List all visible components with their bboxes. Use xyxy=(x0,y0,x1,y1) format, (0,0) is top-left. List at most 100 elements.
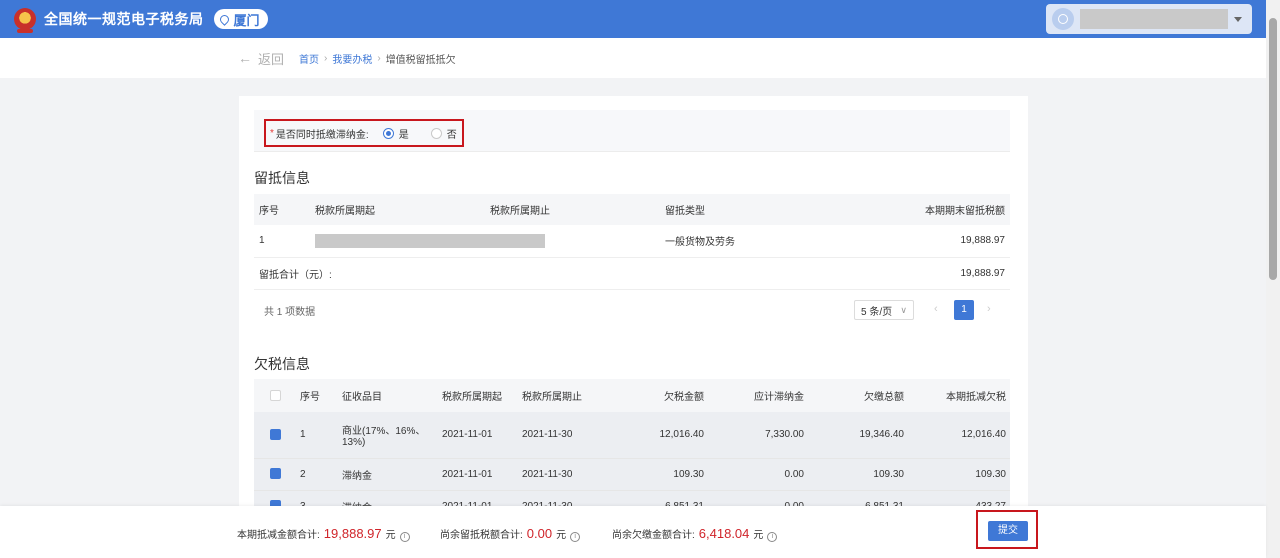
back-label: 返回 xyxy=(258,51,285,67)
col-total-owed: 欠缴总额 xyxy=(808,379,908,412)
owed-section-title: 欠税信息 xyxy=(254,356,310,372)
breadcrumb-tax-handling[interactable]: 我要办税 xyxy=(332,51,372,66)
radio-no[interactable]: 否 xyxy=(430,126,457,141)
table-total-row: 留抵合计（元）: 19,888.97 xyxy=(254,257,1010,290)
radio-no-dot[interactable] xyxy=(430,127,442,139)
chevron-down-icon: ∨ xyxy=(900,305,907,315)
cell-offset: 12,016.40 xyxy=(908,412,1010,459)
cell-item-line1: 商业(17%、16%、 xyxy=(342,425,426,437)
late-fee-option-highlight: * 是否同时抵缴滞纳金: 是 否 xyxy=(264,119,464,147)
total-label: 留抵合计（元）: xyxy=(254,257,810,290)
cell-item: 滞纳金 xyxy=(338,458,438,491)
col-offset: 本期抵减欠税 xyxy=(908,379,1010,412)
remaining-owed-label: 尚余欠缴金额合计: xyxy=(612,530,695,541)
required-mark: * xyxy=(270,127,274,139)
row-select[interactable] xyxy=(254,412,296,459)
cell-offset: 109.30 xyxy=(908,458,1010,491)
cell-end: 2021-11-30 xyxy=(518,458,608,491)
location-label: 厦门 xyxy=(233,12,260,28)
submit-button[interactable]: 提交 xyxy=(988,521,1028,541)
col-select-all[interactable] xyxy=(254,379,296,412)
table-row: 1 一般货物及劳务 19,888.97 xyxy=(254,225,1010,258)
user-menu[interactable] xyxy=(1046,4,1252,34)
retained-table: 序号 税款所属期起 税款所属期止 留抵类型 本期期末留抵税额 1 一般货物及劳务… xyxy=(254,194,1010,290)
cell-end: 2021-11-30 xyxy=(518,412,608,459)
caret-down-icon xyxy=(1234,16,1242,22)
arrow-left-icon: ← xyxy=(238,50,252,66)
cell-tax: 12,016.40 xyxy=(608,412,708,459)
breadcrumb-bar: ← 返回 首页 › 我要办税 › 增值税留抵抵欠 xyxy=(0,38,1266,78)
top-header: 全国统一规范电子税务局 厦门 xyxy=(0,0,1266,38)
breadcrumb-separator: › xyxy=(324,52,328,64)
page-size-select[interactable]: 5 条/页 ∨ xyxy=(854,300,914,320)
breadcrumb-current: 增值税留抵抵欠 xyxy=(385,54,456,66)
row-select[interactable] xyxy=(254,458,296,491)
cell-late-fee: 7,330.00 xyxy=(708,412,808,459)
col-period-start: 税款所属期起 xyxy=(438,379,518,412)
cell-total: 19,346.40 xyxy=(808,412,908,459)
select-all-checkbox[interactable] xyxy=(269,389,281,401)
main-card: * 是否同时抵缴滞纳金: 是 否 留抵信息 序号 税款所属期起 税款所属期止 留… xyxy=(239,96,1028,523)
table-row[interactable]: 1 商业(17%、16%、 13%) 2021-11-01 2021-11-30 … xyxy=(254,412,1010,459)
owed-table: 序号 征收品目 税款所属期起 税款所属期止 欠税金额 应计滞纳金 欠缴总额 本期… xyxy=(254,379,1010,523)
cell-seq: 2 xyxy=(296,458,338,491)
cell-start: 2021-11-01 xyxy=(438,458,518,491)
page-size-value: 5 条/页 xyxy=(861,306,893,318)
page-number-current[interactable]: 1 xyxy=(954,300,974,320)
user-name-redacted xyxy=(1080,9,1228,29)
offset-total-label: 本期抵减金额合计: xyxy=(237,530,320,541)
col-period-start: 税款所属期起 xyxy=(310,194,485,225)
row-checkbox[interactable] xyxy=(269,429,281,441)
col-item: 征收品目 xyxy=(338,379,438,412)
scrollbar-thumb[interactable] xyxy=(1269,18,1277,280)
col-tax-owed: 欠税金额 xyxy=(608,379,708,412)
remaining-credit-summary: 尚余留抵税额合计: 0.00 元 i xyxy=(440,526,581,542)
table-row[interactable]: 2 滞纳金 2021-11-01 2021-11-30 109.30 0.00 … xyxy=(254,458,1010,491)
unit-label: 元 xyxy=(556,530,567,541)
radio-no-label: 否 xyxy=(446,129,457,141)
late-fee-option-label: 是否同时抵缴滞纳金: xyxy=(275,129,369,141)
submit-highlight: 提交 xyxy=(976,510,1038,549)
radio-yes-label: 是 xyxy=(398,129,409,141)
retained-section-title: 留抵信息 xyxy=(254,170,310,186)
prev-page-button[interactable]: ‹ xyxy=(934,303,938,315)
pagination-total: 共 1 项数据 xyxy=(264,306,316,318)
unit-label: 元 xyxy=(385,530,396,541)
radio-yes[interactable]: 是 xyxy=(382,126,409,141)
unit-label: 元 xyxy=(753,530,764,541)
late-fee-option-row: * 是否同时抵缴滞纳金: 是 否 xyxy=(254,110,1010,152)
next-page-button[interactable]: › xyxy=(987,303,991,315)
col-retained-amount: 本期期末留抵税额 xyxy=(810,194,1010,225)
info-icon[interactable]: i xyxy=(767,532,778,542)
breadcrumb: 首页 › 我要办税 › 增值税留抵抵欠 xyxy=(299,51,456,66)
cell-late-fee: 0.00 xyxy=(708,458,808,491)
back-button[interactable]: ← 返回 xyxy=(238,49,284,68)
cell-item: 商业(17%、16%、 13%) xyxy=(338,412,438,459)
info-icon[interactable]: i xyxy=(399,532,410,542)
cell-item-line2: 13%) xyxy=(342,436,366,448)
total-amount: 19,888.97 xyxy=(810,257,1010,290)
page-scrollbar[interactable] xyxy=(1266,0,1280,558)
col-seq: 序号 xyxy=(254,194,310,225)
avatar-icon xyxy=(1052,8,1074,30)
remaining-credit-amount: 0.00 xyxy=(526,526,553,541)
redacted-bar xyxy=(315,233,545,248)
info-icon[interactable]: i xyxy=(570,532,581,542)
col-seq: 序号 xyxy=(296,379,338,412)
col-period-end: 税款所属期止 xyxy=(518,379,608,412)
cell-period-redacted xyxy=(310,225,660,258)
col-retained-type: 留抵类型 xyxy=(660,194,810,225)
cell-amount: 19,888.97 xyxy=(810,225,1010,258)
location-selector[interactable]: 厦门 xyxy=(213,9,268,29)
table-header-row: 序号 税款所属期起 税款所属期止 留抵类型 本期期末留抵税额 xyxy=(254,194,1010,225)
summary-footer: 本期抵减金额合计: 19,888.97 元 i 尚余留抵税额合计: 0.00 元… xyxy=(0,506,1266,558)
radio-yes-dot[interactable] xyxy=(382,127,394,139)
remaining-credit-label: 尚余留抵税额合计: xyxy=(440,530,523,541)
breadcrumb-separator: › xyxy=(377,52,381,64)
cell-seq: 1 xyxy=(254,225,310,258)
cell-total: 109.30 xyxy=(808,458,908,491)
row-checkbox[interactable] xyxy=(269,468,281,480)
offset-total-summary: 本期抵减金额合计: 19,888.97 元 i xyxy=(237,526,410,542)
remaining-owed-summary: 尚余欠缴金额合计: 6,418.04 元 i xyxy=(612,526,778,542)
breadcrumb-home[interactable]: 首页 xyxy=(299,51,319,66)
